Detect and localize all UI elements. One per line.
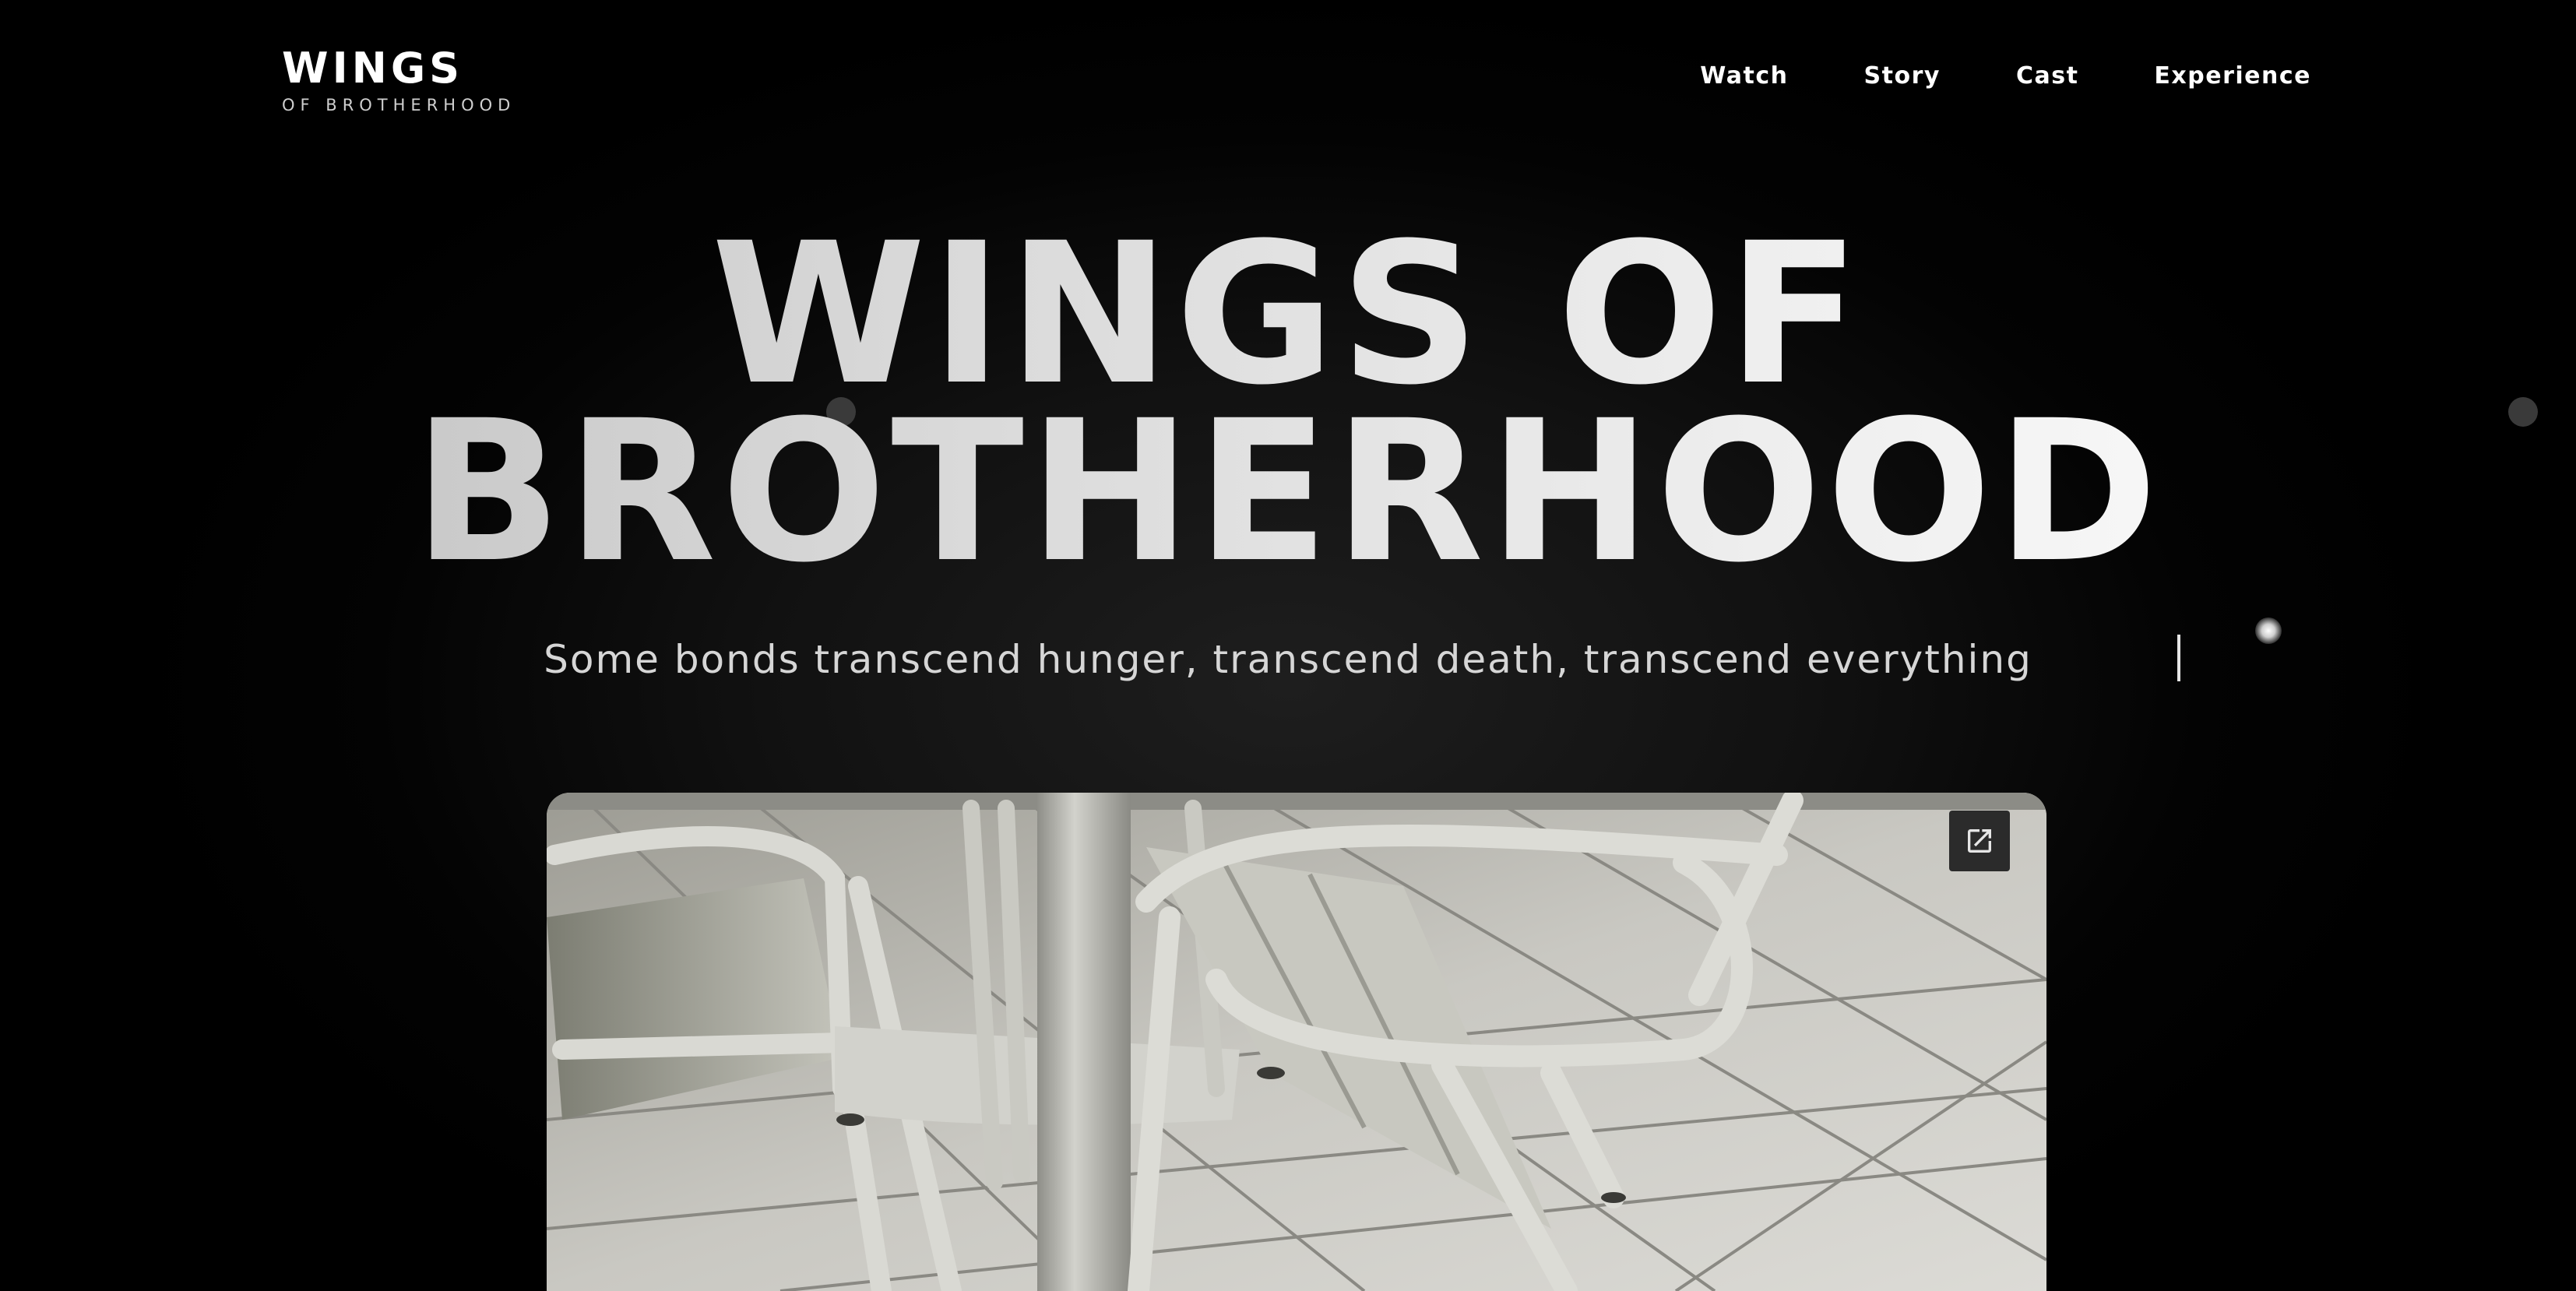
external-link-icon	[1968, 829, 1991, 853]
logo-title: WINGS	[282, 44, 464, 93]
nav-cast[interactable]: Cast	[2016, 61, 2078, 92]
nav-watch[interactable]: Watch	[1700, 61, 1788, 92]
chairs-photo	[547, 793, 2046, 1291]
open-external-button[interactable]	[1949, 811, 2010, 871]
hero-title-line-2: BROTHERHOOD	[413, 378, 2163, 605]
hero-video-frame[interactable]	[547, 793, 2046, 1291]
hero-title-line-1: WINGS OF	[711, 201, 1865, 427]
logo-subtitle: OF BROTHERHOOD	[282, 96, 516, 114]
typing-cursor	[2177, 635, 2180, 681]
main-nav: Watch Story Cast Experience	[1624, 61, 2311, 92]
site-logo[interactable]: WINGS OF BROTHERHOOD	[282, 45, 516, 115]
nav-experience[interactable]: Experience	[2154, 61, 2311, 92]
nav-story[interactable]: Story	[1864, 61, 1941, 92]
hero-tagline: Some bonds transcend hunger, transcend d…	[544, 637, 2032, 682]
hero-title: WINGS OF BROTHERHOOD	[0, 226, 2576, 581]
